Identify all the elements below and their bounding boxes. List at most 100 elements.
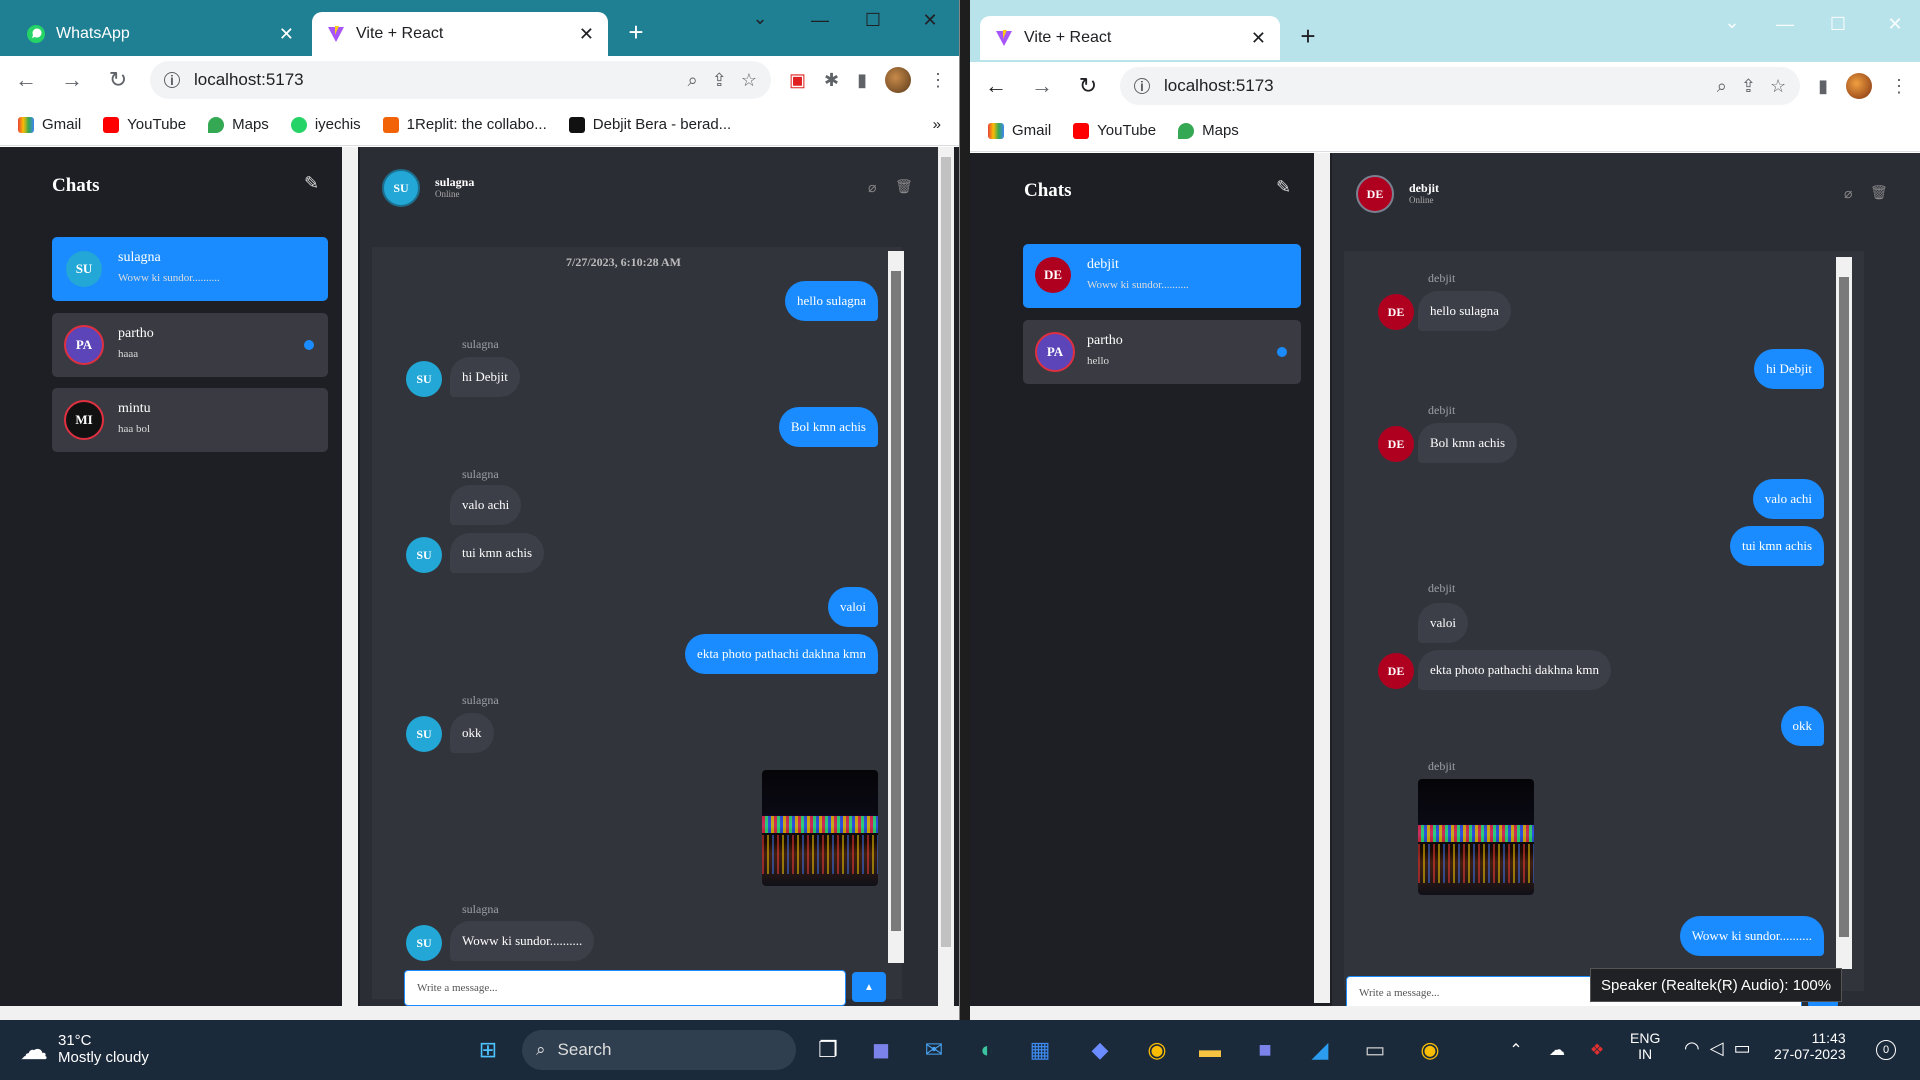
new-tab-button[interactable]: + — [618, 14, 654, 50]
page-scrollbar[interactable] — [342, 147, 358, 1017]
side-panel-icon[interactable]: ▮ — [1818, 76, 1828, 97]
reload-icon[interactable]: ↻ — [104, 67, 132, 93]
omnibox[interactable]: i localhost:5173 ⌕ ⇪ ☆ — [1120, 67, 1801, 105]
bookmark-maps[interactable]: Maps — [208, 116, 269, 133]
scroll-thumb[interactable] — [941, 157, 951, 947]
bookmark-star-icon[interactable]: ☆ — [1770, 76, 1786, 97]
tab-search-chevron-icon[interactable]: ⌄ — [740, 8, 780, 29]
received-photo[interactable] — [1418, 779, 1534, 895]
chat-app: Chats ✎ SU sulagna Woww ki sundor.......… — [0, 147, 959, 1020]
tab-search-chevron-icon[interactable]: ⌄ — [1712, 12, 1752, 33]
menu-dots-icon[interactable]: ⋮ — [1890, 76, 1908, 97]
close-tab-icon[interactable]: ✕ — [1251, 28, 1266, 49]
zoom-icon[interactable]: ⌕ — [688, 70, 698, 91]
language-indicator[interactable]: ENG IN — [1630, 1030, 1660, 1062]
forward-icon[interactable]: → — [58, 67, 86, 93]
terminal-icon[interactable]: ▭ — [1355, 1030, 1395, 1070]
back-icon[interactable]: ← — [982, 73, 1010, 99]
extension-icon[interactable]: ▣ — [789, 70, 806, 91]
notification-badge[interactable]: 0 — [1876, 1040, 1896, 1060]
profile-avatar[interactable] — [885, 67, 911, 93]
url-text[interactable]: localhost:5173 — [194, 70, 304, 90]
send-button[interactable]: ▲ — [852, 972, 886, 1002]
attach-icon[interactable]: ⌀ — [868, 179, 876, 196]
site-info-icon[interactable]: i — [164, 72, 180, 88]
reload-icon[interactable]: ↻ — [1074, 73, 1102, 99]
message-input[interactable]: Write a message... — [404, 970, 846, 1006]
store-icon[interactable]: ▦ — [1020, 1030, 1060, 1070]
site-info-icon[interactable]: i — [1134, 78, 1150, 94]
zoom-icon[interactable]: ⌕ — [1717, 76, 1727, 97]
app-tray-icon[interactable]: ❖ — [1577, 1030, 1617, 1070]
maximize-icon[interactable]: ☐ — [853, 10, 893, 31]
chat-item-partho[interactable]: PA partho haaa — [52, 313, 328, 377]
chat-item-partho[interactable]: PA partho hello — [1023, 320, 1301, 384]
chrome-icon-2[interactable]: ◉ — [1410, 1030, 1450, 1070]
task-view-icon[interactable]: ❐ — [808, 1030, 848, 1070]
trash-icon[interactable]: 🗑 — [895, 178, 913, 195]
edge-icon[interactable]: ◐ — [967, 1030, 1007, 1070]
url-text[interactable]: localhost:5173 — [1164, 76, 1274, 96]
copilot-icon[interactable]: ◆ — [1080, 1030, 1120, 1070]
tab-whatsapp[interactable]: WhatsApp ✕ — [12, 12, 308, 56]
meet-icon[interactable]: ◼ — [861, 1030, 901, 1070]
scroll-thumb[interactable] — [891, 271, 901, 931]
tab-vite-react[interactable]: Vite + React ✕ — [312, 12, 608, 56]
scroll-thumb[interactable] — [1839, 277, 1849, 937]
horizontal-scrollbar[interactable] — [0, 1006, 959, 1020]
chat-item-debjit[interactable]: DE debjit Woww ki sundor.......... — [1023, 244, 1301, 308]
clock[interactable]: 11:43 27-07-2023 — [1774, 1030, 1846, 1062]
side-panel-icon[interactable]: ▮ — [857, 70, 867, 91]
system-tray[interactable]: ◠ ◁ ▭ — [1684, 1038, 1751, 1059]
folder-icon[interactable]: ▬ — [1190, 1030, 1230, 1070]
chevron-up-icon[interactable]: ⌃ — [1496, 1030, 1536, 1070]
forward-icon[interactable]: → — [1028, 73, 1056, 99]
bookmark-maps[interactable]: Maps — [1178, 122, 1239, 139]
back-icon[interactable]: ← — [12, 67, 40, 93]
new-tab-button[interactable]: + — [1290, 18, 1326, 54]
close-window-icon[interactable]: ✕ — [910, 10, 950, 31]
page-scrollbar[interactable] — [1314, 153, 1330, 1003]
omnibox[interactable]: i localhost:5173 ⌕ ⇪ ☆ — [150, 61, 771, 99]
messages-scrollbar[interactable] — [888, 251, 904, 963]
minimize-icon[interactable]: — — [1765, 14, 1805, 35]
minimize-icon[interactable]: — — [800, 10, 840, 31]
bookmark-hashnode[interactable]: Debjit Bera - berad... — [568, 116, 731, 133]
start-icon[interactable]: ⊞ — [468, 1030, 508, 1070]
trash-icon[interactable]: 🗑 — [1870, 184, 1888, 201]
share-icon[interactable]: ⇪ — [712, 70, 727, 91]
maximize-icon[interactable]: ☐ — [1818, 14, 1858, 35]
onedrive-icon[interactable]: ☁ — [1537, 1030, 1577, 1070]
chat-item-mintu[interactable]: MI mintu haa bol — [52, 388, 328, 452]
bookmark-gmail[interactable]: Gmail — [18, 116, 81, 133]
sent-photo[interactable] — [762, 770, 878, 886]
horizontal-scrollbar[interactable] — [970, 1006, 1920, 1020]
bookmark-iyechis[interactable]: iyechis — [290, 116, 361, 133]
compose-icon[interactable]: ✎ — [304, 173, 319, 194]
bookmark-youtube[interactable]: YouTube — [103, 116, 186, 133]
messages-scrollbar[interactable] — [1836, 257, 1852, 969]
menu-dots-icon[interactable]: ⋮ — [929, 70, 947, 91]
mail-icon[interactable]: ✉ — [914, 1030, 954, 1070]
weather-widget[interactable]: ☁ 31°C Mostly cloudy — [20, 1032, 149, 1066]
taskbar-search[interactable]: ⌕ Search — [522, 1030, 796, 1070]
bookmark-youtube[interactable]: YouTube — [1073, 122, 1156, 139]
chat-item-sulagna[interactable]: SU sulagna Woww ki sundor.......... — [52, 237, 328, 301]
profile-avatar[interactable] — [1846, 73, 1872, 99]
bookmarks-overflow[interactable]: » — [933, 116, 941, 133]
bookmark-gmail[interactable]: Gmail — [988, 122, 1051, 139]
close-tab-icon[interactable]: ✕ — [279, 24, 294, 45]
vscode-icon[interactable]: ◢ — [1300, 1030, 1340, 1070]
share-icon[interactable]: ⇪ — [1741, 76, 1756, 97]
tab-vite-react[interactable]: Vite + React ✕ — [980, 16, 1280, 60]
compose-icon[interactable]: ✎ — [1276, 177, 1291, 198]
close-window-icon[interactable]: ✕ — [1875, 14, 1915, 35]
extensions-puzzle-icon[interactable]: ✱ — [824, 70, 839, 91]
chrome-icon[interactable]: ◉ — [1137, 1030, 1177, 1070]
main-scrollbar[interactable] — [938, 147, 954, 1017]
attach-icon[interactable]: ⌀ — [1844, 185, 1852, 202]
close-tab-icon[interactable]: ✕ — [579, 24, 594, 45]
teams-icon[interactable]: ■ — [1245, 1030, 1285, 1070]
bookmark-star-icon[interactable]: ☆ — [741, 70, 757, 91]
bookmark-replit[interactable]: 1Replit: the collabo... — [382, 116, 547, 133]
